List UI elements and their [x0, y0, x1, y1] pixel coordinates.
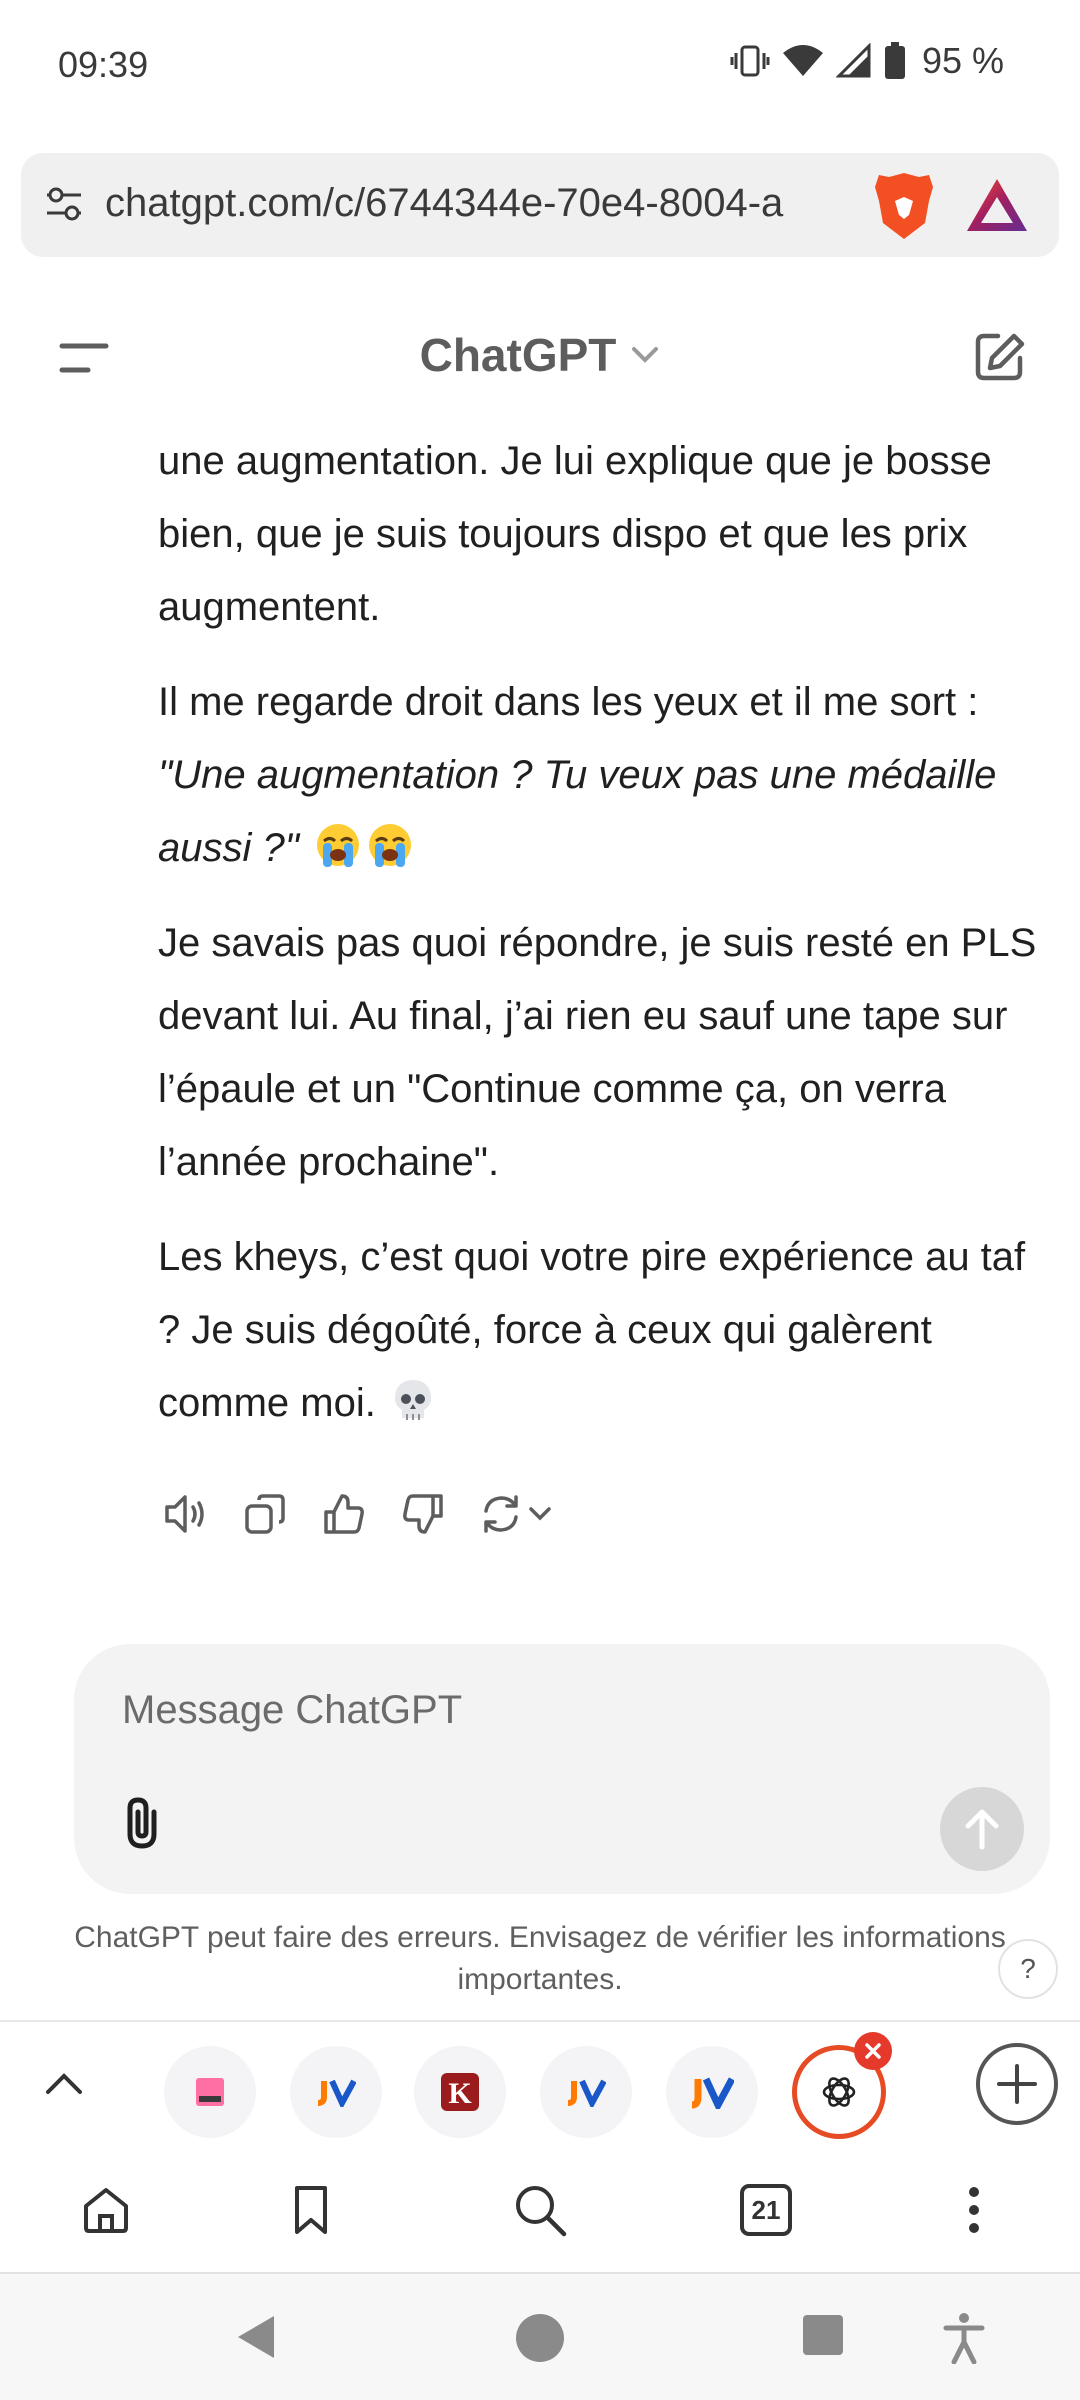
disclaimer: ChatGPT peut faire des erreurs. Envisage…	[74, 1921, 1006, 1996]
k-favicon: K	[441, 2073, 479, 2111]
thumbs-down-button[interactable]	[397, 1488, 449, 1540]
copy-button[interactable]	[239, 1488, 291, 1540]
tabs-icon: 21	[740, 2184, 792, 2236]
battery-icon	[884, 42, 905, 79]
jv-favicon	[691, 2077, 734, 2109]
message-paragraph: Les kheys, c’est quoi votre pire expérie…	[158, 1221, 1038, 1440]
back-icon[interactable]	[232, 2312, 278, 2362]
assistant-message: une augmentation. Je lui explique que je…	[158, 425, 1038, 1462]
vibrate-icon	[730, 45, 770, 77]
chevron-down-icon	[632, 347, 659, 363]
accessibility-icon[interactable]	[942, 2312, 986, 2364]
crying-face-emoji	[369, 824, 412, 867]
thumbs-up-button[interactable]	[318, 1488, 370, 1540]
new-tab-button[interactable]	[976, 2043, 1058, 2125]
address-bar[interactable]: chatgpt.com/c/6744344e-70e4-8004-a	[21, 153, 1059, 257]
chat-header: ChatGPT	[0, 300, 1080, 410]
signal-icon	[835, 43, 871, 78]
jv-favicon	[567, 2079, 606, 2107]
message-text: Les kheys, c’est quoi votre pire expérie…	[158, 1235, 1026, 1425]
composer	[74, 1644, 1050, 1894]
copy-icon	[245, 1494, 285, 1534]
brave-shields-icon[interactable]	[873, 171, 935, 241]
crying-face-emoji	[317, 824, 360, 867]
message-paragraph: une augmentation. Je lui explique que je…	[158, 439, 992, 629]
model-selector[interactable]: ChatGPT	[0, 328, 1080, 382]
tab-item[interactable]	[540, 2046, 632, 2138]
message-quote: "Une augmentation ? Tu veux pas une méda…	[158, 753, 997, 870]
read-aloud-button[interactable]	[160, 1488, 212, 1540]
new-chat-icon[interactable]	[972, 330, 1026, 384]
tab-item[interactable]: K	[414, 2046, 506, 2138]
skull-emoji	[394, 1380, 431, 1420]
message-paragraph: Il me regarde droit dans les yeux et il …	[158, 666, 1038, 885]
arrow-up-icon	[965, 1809, 999, 1850]
thumbs-up-icon	[324, 1494, 364, 1534]
attach-icon[interactable]	[118, 1794, 168, 1852]
message-paragraph: Je savais pas quoi répondre, je suis res…	[158, 921, 1037, 1184]
header-title: ChatGPT	[419, 329, 617, 381]
send-button[interactable]	[940, 1787, 1024, 1871]
chevron-up-icon[interactable]	[40, 2060, 88, 2108]
home-nav-icon[interactable]	[514, 2312, 566, 2364]
tabs-button[interactable]: 21	[736, 2180, 796, 2240]
more-icon	[969, 2187, 979, 2233]
message-input[interactable]	[122, 1688, 922, 1733]
regenerate-icon	[484, 1495, 518, 1533]
help-button[interactable]: ?	[998, 1939, 1058, 1999]
home-button[interactable]	[76, 2180, 136, 2240]
bookmark-icon	[295, 2186, 327, 2234]
site-settings-icon[interactable]	[43, 183, 85, 225]
wifi-icon	[782, 45, 823, 76]
recents-icon[interactable]	[800, 2312, 846, 2358]
svg-text:K: K	[448, 2077, 472, 2110]
pink-site-favicon	[196, 2078, 224, 2106]
plus-icon	[997, 2064, 1037, 2104]
message-text: Il me regarde droit dans les yeux et il …	[158, 680, 979, 724]
search-icon	[516, 2186, 567, 2237]
more-button[interactable]	[944, 2180, 1004, 2240]
tab-item[interactable]	[164, 2046, 256, 2138]
home-icon	[84, 2188, 128, 2233]
status-time: 09:39	[58, 44, 149, 85]
read-aloud-icon	[165, 1495, 204, 1533]
message-actions	[160, 1488, 583, 1540]
tab-item[interactable]	[290, 2046, 382, 2138]
tab-strip: K	[0, 2020, 1080, 2150]
tab-item[interactable]	[666, 2046, 758, 2138]
close-tab-button[interactable]	[854, 2032, 892, 2070]
bookmarks-button[interactable]	[281, 2180, 341, 2240]
system-nav-bar	[0, 2272, 1080, 2400]
openai-favicon	[822, 2077, 856, 2107]
regenerate-button[interactable]	[476, 1488, 556, 1540]
thumbs-down-icon	[403, 1494, 443, 1534]
jv-favicon	[317, 2079, 356, 2107]
battery-percent: 95 %	[921, 40, 1004, 81]
search-button[interactable]	[510, 2180, 570, 2240]
chevron-down-icon	[529, 1507, 551, 1521]
status-bar: 09:39 95 %	[0, 0, 1080, 130]
brave-rewards-icon[interactable]	[965, 175, 1029, 235]
close-icon	[865, 2043, 881, 2059]
url-text[interactable]: chatgpt.com/c/6744344e-70e4-8004-a	[105, 181, 845, 226]
status-icons: 95 %	[730, 40, 1004, 82]
bottom-toolbar: 21	[0, 2150, 1080, 2270]
